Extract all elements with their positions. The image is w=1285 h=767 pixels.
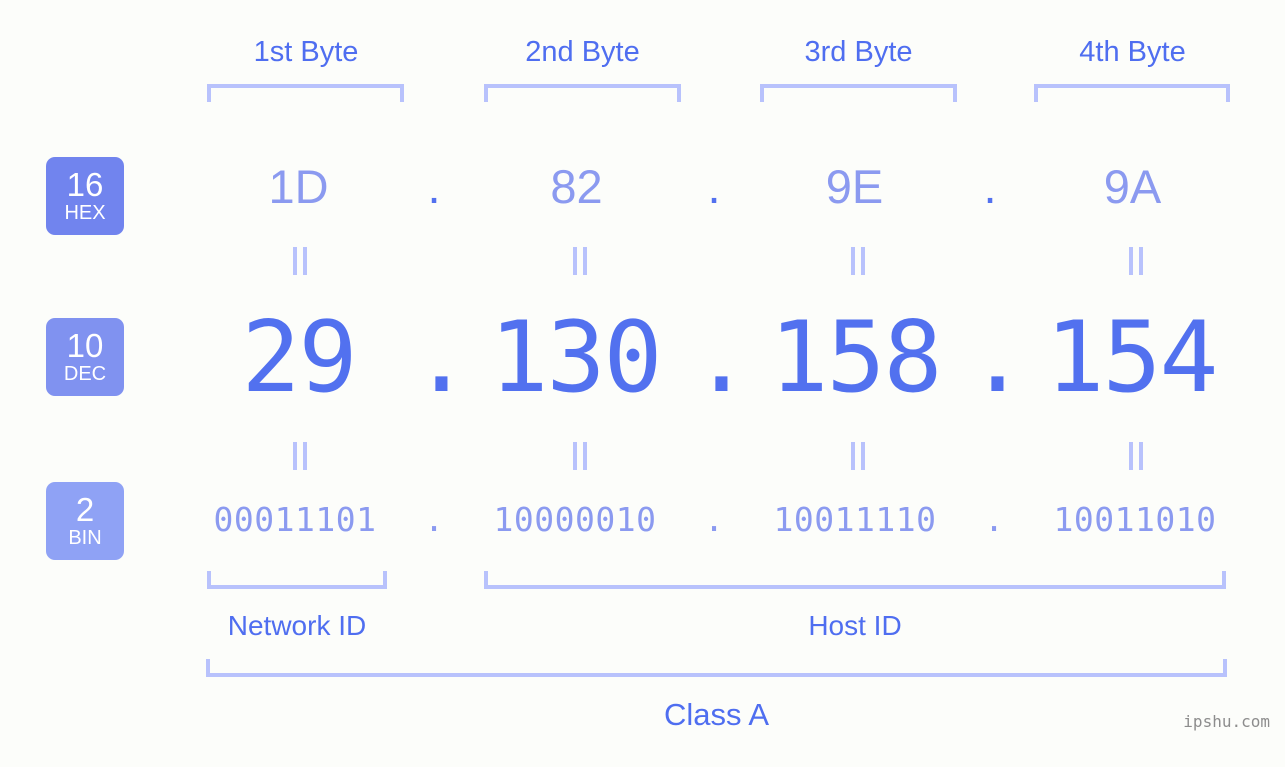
host-id-bracket — [484, 571, 1226, 589]
radix-badge-dec-label: DEC — [63, 363, 107, 385]
network-id-bracket — [207, 571, 387, 589]
hex-octet-4: 9A — [1103, 160, 1162, 213]
equals-mark-hex-dec-3 — [845, 247, 871, 275]
hex-octet-1: 1D — [268, 160, 329, 213]
hex-octet-3: 9E — [825, 160, 884, 213]
bin-separator-1: . — [424, 500, 444, 539]
ip-address-breakdown-diagram: 1st Byte 2nd Byte 3rd Byte 4th Byte 16 H… — [0, 0, 1285, 767]
dec-octet-4: 154 — [1045, 301, 1218, 415]
bin-octet-2: 10000010 — [493, 500, 657, 539]
site-watermark: ipshu.com — [1183, 712, 1270, 731]
equals-mark-hex-dec-2 — [567, 247, 593, 275]
byte-header-1: 1st Byte — [253, 36, 359, 68]
class-label: Class A — [663, 697, 770, 732]
hex-separator-1: . — [427, 160, 441, 213]
network-id-label: Network ID — [227, 610, 367, 641]
byte-header-2: 2nd Byte — [525, 36, 640, 68]
hex-octet-2: 82 — [550, 160, 603, 213]
dec-separator-1: . — [412, 301, 472, 415]
dec-separator-3: . — [968, 301, 1028, 415]
bin-octet-1: 00011101 — [213, 500, 377, 539]
byte-header-3: 3rd Byte — [804, 36, 913, 68]
dec-separator-2: . — [692, 301, 752, 415]
bin-separator-3: . — [984, 500, 1004, 539]
radix-badge-hex: 16 HEX — [46, 157, 124, 235]
equals-mark-dec-bin-1 — [287, 442, 313, 470]
equals-mark-dec-bin-3 — [845, 442, 871, 470]
byte-bracket-2 — [484, 84, 681, 102]
equals-mark-hex-dec-1 — [287, 247, 313, 275]
radix-badge-bin: 2 BIN — [46, 482, 124, 560]
bin-octet-3: 10011110 — [773, 500, 937, 539]
radix-badge-bin-number: 2 — [75, 491, 95, 528]
class-bracket — [206, 659, 1227, 677]
equals-mark-dec-bin-2 — [567, 442, 593, 470]
hex-separator-2: . — [707, 160, 721, 213]
radix-badge-dec: 10 DEC — [46, 318, 124, 396]
equals-mark-dec-bin-4 — [1123, 442, 1149, 470]
radix-badge-hex-label: HEX — [64, 202, 106, 224]
bin-separator-2: . — [704, 500, 724, 539]
radix-badge-dec-number: 10 — [66, 327, 104, 364]
radix-badge-bin-label: BIN — [68, 527, 102, 549]
radix-badge-hex-number: 16 — [66, 166, 104, 203]
hex-separator-3: . — [983, 160, 997, 213]
byte-bracket-4 — [1034, 84, 1230, 102]
dec-octet-1: 29 — [241, 301, 357, 415]
byte-bracket-1 — [207, 84, 404, 102]
equals-mark-hex-dec-4 — [1123, 247, 1149, 275]
dec-octet-2: 130 — [489, 301, 662, 415]
byte-header-4: 4th Byte — [1079, 36, 1186, 68]
byte-bracket-3 — [760, 84, 957, 102]
bin-octet-4: 10011010 — [1053, 500, 1217, 539]
host-id-label: Host ID — [808, 610, 902, 641]
dec-octet-3: 158 — [769, 301, 942, 415]
